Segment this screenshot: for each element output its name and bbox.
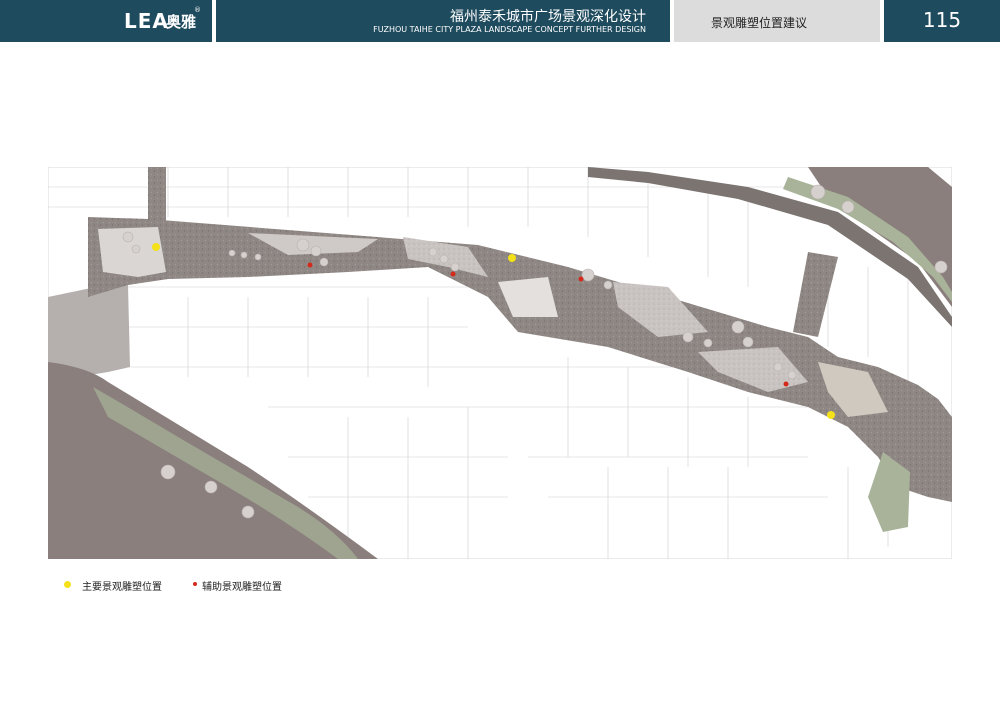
main-sculpture-marker [827, 411, 835, 419]
registered-mark: ® [194, 6, 201, 14]
main-sculpture-marker [152, 243, 160, 251]
logo-chinese: 奥雅 [166, 13, 197, 31]
main-sculpture-dot [64, 581, 71, 588]
logo-block: LEA 奥雅 ® [0, 0, 212, 42]
section-title: 景观雕塑位置建议 [710, 16, 807, 30]
legend-label-aux: 辅助景观雕塑位置 [202, 582, 282, 593]
page-number-block: 115 [884, 0, 1000, 42]
title-block: 福州泰禾城市广场景观深化设计 FUZHOU TAIHE CITY PLAZA L… [216, 0, 670, 42]
project-title-cn: 福州泰禾城市广场景观深化设计 [450, 9, 646, 25]
page-header: LEA 奥雅 ® 福州泰禾城市广场景观深化设计 FUZHOU TAIHE CIT… [0, 0, 1000, 42]
aux-sculpture-marker [450, 271, 456, 277]
north-connector [148, 167, 166, 222]
project-title-en: FUZHOU TAIHE CITY PLAZA LANDSCAPE CONCEP… [373, 25, 646, 34]
main-sculpture-marker [508, 254, 516, 262]
aux-sculpture-marker [578, 276, 584, 282]
site-plan [48, 167, 952, 559]
aux-sculpture-marker [307, 262, 313, 268]
logo: LEA [124, 9, 169, 33]
section-block: 景观雕塑位置建议 [674, 0, 880, 42]
legend-label-main: 主要景观雕塑位置 [82, 582, 162, 593]
aux-sculpture-marker [783, 381, 789, 387]
aux-sculpture-dot [193, 582, 197, 586]
page-number: 115 [922, 8, 962, 32]
